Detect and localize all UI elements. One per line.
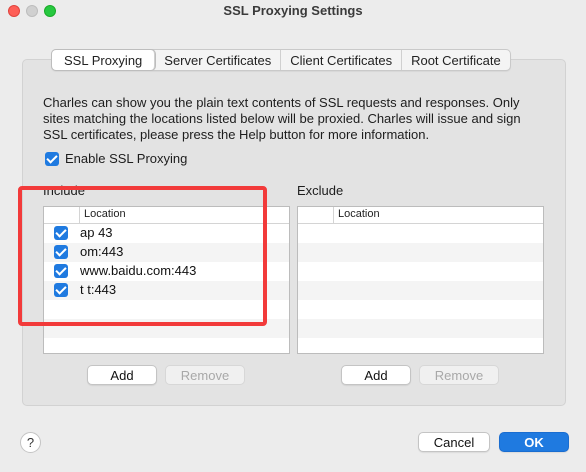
empty-row bbox=[298, 224, 543, 243]
title-bar: SSL Proxying Settings bbox=[0, 0, 586, 24]
tab-client-certificates[interactable]: Client Certificates bbox=[281, 50, 403, 70]
column-divider bbox=[333, 207, 334, 224]
help-button[interactable]: ? bbox=[20, 432, 41, 453]
empty-row bbox=[298, 281, 543, 300]
empty-row bbox=[298, 243, 543, 262]
exclude-table[interactable]: Location bbox=[297, 206, 544, 354]
exclude-add-button[interactable]: Add bbox=[341, 365, 411, 385]
tab-bar: SSL Proxying Server Certificates Client … bbox=[51, 49, 511, 71]
exclude-table-header: Location bbox=[298, 207, 543, 224]
empty-row bbox=[298, 319, 543, 338]
location-column-header[interactable]: Location bbox=[338, 208, 380, 220]
empty-row bbox=[298, 300, 543, 319]
window-title: SSL Proxying Settings bbox=[223, 3, 363, 18]
exclude-remove-button[interactable]: Remove bbox=[419, 365, 499, 385]
enable-ssl-proxying-label: Enable SSL Proxying bbox=[65, 151, 188, 166]
exclude-label: Exclude bbox=[297, 183, 344, 198]
checkbox-checked-icon[interactable] bbox=[45, 151, 59, 166]
ssl-proxying-settings-window: SSL Proxying Settings SSL Proxying Serve… bbox=[0, 0, 586, 472]
cancel-button[interactable]: Cancel bbox=[418, 432, 490, 452]
empty-row bbox=[298, 262, 543, 281]
include-add-button[interactable]: Add bbox=[87, 365, 157, 385]
tab-root-certificate[interactable]: Root Certificate bbox=[402, 50, 510, 70]
enable-ssl-proxying-checkbox[interactable]: Enable SSL Proxying bbox=[45, 151, 187, 166]
empty-row bbox=[44, 338, 289, 353]
ok-button[interactable]: OK bbox=[499, 432, 569, 452]
red-highlight-annotation bbox=[18, 186, 267, 326]
empty-row bbox=[298, 338, 543, 353]
tab-server-certificates[interactable]: Server Certificates bbox=[155, 50, 282, 70]
tab-ssl-proxying[interactable]: SSL Proxying bbox=[52, 50, 156, 70]
description-text: Charles can show you the plain text cont… bbox=[43, 95, 521, 142]
include-remove-button[interactable]: Remove bbox=[165, 365, 245, 385]
